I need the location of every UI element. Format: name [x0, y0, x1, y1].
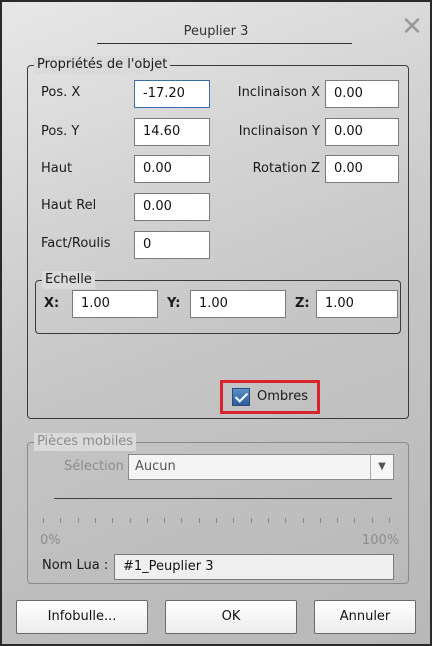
slider-tick — [319, 518, 321, 523]
haut-input[interactable]: 0.00 — [134, 155, 210, 183]
scale-y-input[interactable]: 1.00 — [190, 290, 286, 318]
slider-tick — [371, 518, 373, 523]
slider-tick — [112, 518, 114, 523]
animation-slider[interactable] — [54, 498, 392, 499]
dialog-window: Peuplier 3 ✕ Propriétés de l'objet Pos. … — [0, 0, 432, 646]
title-underline — [97, 43, 352, 44]
ok-button[interactable]: OK — [165, 600, 297, 634]
slider-tick — [337, 518, 339, 523]
slider-tick — [216, 518, 217, 523]
slider-tick — [94, 518, 96, 523]
slider-tick — [250, 518, 252, 523]
inclinaison-y-input[interactable]: 0.00 — [325, 118, 399, 146]
selection-label: Sélection — [64, 459, 124, 474]
rotation-z-label: Rotation Z — [252, 161, 320, 176]
slider-tick — [43, 518, 44, 523]
slider-tick — [354, 518, 356, 523]
pos-y-label: Pos. Y — [41, 124, 80, 139]
scale-x-label: X: — [44, 296, 60, 311]
mobile-parts-legend: Pièces mobiles — [34, 433, 137, 451]
pos-x-label: Pos. X — [41, 85, 81, 100]
inclinaison-x-label: Inclinaison X — [237, 85, 320, 100]
scale-x-input[interactable]: 1.00 — [72, 290, 158, 318]
scale-z-input[interactable]: 1.00 — [316, 290, 398, 318]
slider-tick — [77, 518, 79, 523]
slider-tick — [181, 518, 183, 523]
slider-tick — [198, 518, 200, 523]
lua-name-label: Nom Lua : — [42, 558, 109, 573]
inclinaison-y-label: Inclinaison Y — [238, 124, 320, 139]
slider-tick — [129, 518, 131, 523]
slider-max-label: 100% — [362, 533, 400, 548]
slider-tick — [164, 518, 166, 523]
slider-tick — [389, 518, 390, 523]
slider-tick — [60, 518, 62, 523]
slider-tick — [285, 518, 287, 523]
scale-legend: Echelle — [42, 271, 95, 289]
scale-z-label: Z: — [295, 296, 310, 311]
close-icon[interactable]: ✕ — [400, 14, 424, 40]
shadows-label[interactable]: Ombres — [257, 388, 308, 406]
fact-roulis-input[interactable]: 0 — [134, 231, 210, 259]
slider-tick — [233, 518, 235, 523]
shadows-checkbox[interactable] — [232, 388, 250, 406]
slider-tick — [267, 518, 269, 523]
haut-rel-label: Haut Rel — [41, 198, 97, 213]
pos-x-input[interactable]: -17.20 — [134, 80, 210, 108]
slider-tick — [302, 518, 304, 523]
tooltip-button[interactable]: Infobulle... — [16, 600, 148, 634]
scale-y-label: Y: — [167, 296, 181, 311]
dialog-title: Peuplier 3 — [183, 24, 249, 39]
rotation-z-input[interactable]: 0.00 — [325, 155, 399, 183]
slider-min-label: 0% — [40, 533, 61, 548]
cancel-button[interactable]: Annuler — [314, 600, 416, 634]
chevron-down-icon[interactable]: ▼ — [370, 455, 393, 479]
pos-y-input[interactable]: 14.60 — [134, 118, 210, 146]
haut-label: Haut — [41, 161, 73, 176]
slider-tick — [146, 518, 148, 523]
object-properties-legend: Propriétés de l'objet — [34, 56, 171, 74]
selection-dropdown[interactable]: Aucun ▼ — [128, 454, 394, 480]
lua-name-input[interactable]: #1_Peuplier 3 — [114, 554, 394, 580]
selection-value: Aucun — [135, 459, 176, 474]
haut-rel-input[interactable]: 0.00 — [134, 193, 210, 221]
fact-roulis-label: Fact/Roulis — [41, 236, 111, 251]
inclinaison-x-input[interactable]: 0.00 — [325, 80, 399, 108]
